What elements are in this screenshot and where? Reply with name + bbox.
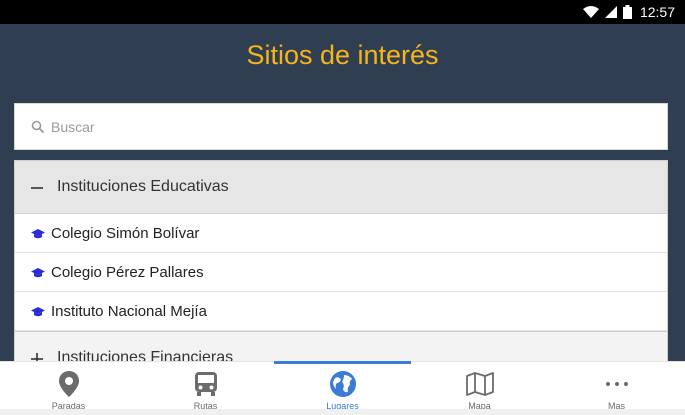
battery-icon xyxy=(622,5,632,19)
places-list: Instituciones Educativas Colegio Simón B… xyxy=(14,160,668,365)
status-bar: 12:57 xyxy=(0,0,685,24)
item-label: Colegio Simón Bolívar xyxy=(51,224,200,242)
status-time: 12:57 xyxy=(639,4,675,20)
graduation-cap-icon xyxy=(31,266,45,278)
search-icon xyxy=(31,120,45,134)
item-label: Colegio Pérez Pallares xyxy=(51,263,204,281)
graduation-cap-icon xyxy=(31,227,45,239)
search-box[interactable] xyxy=(14,103,668,150)
nav-item-mapa[interactable]: Mapa xyxy=(411,362,548,415)
group-header-instituciones-financieras[interactable]: Instituciones Financieras xyxy=(15,331,667,364)
nav-item-lugares[interactable]: Lugares xyxy=(274,361,411,415)
bottom-nav: Paradas Rutas Lugares Mapa Mas xyxy=(0,361,685,415)
group-header-instituciones-educativas[interactable]: Instituciones Educativas xyxy=(15,161,667,214)
nav-item-rutas[interactable]: Rutas xyxy=(137,362,274,415)
more-icon xyxy=(603,370,631,398)
graduation-cap-icon xyxy=(31,305,45,317)
bus-icon xyxy=(192,370,220,398)
list-item[interactable]: Instituto Nacional Mejía xyxy=(15,292,667,331)
list-item[interactable]: Colegio Simón Bolívar xyxy=(15,214,667,253)
nav-item-mas[interactable]: Mas xyxy=(548,362,685,415)
page-title: Sitios de interés xyxy=(246,39,439,70)
search-input[interactable] xyxy=(51,118,651,135)
nav-item-paradas[interactable]: Paradas xyxy=(0,362,137,415)
globe-icon xyxy=(329,370,357,398)
map-icon xyxy=(465,370,494,398)
list-item[interactable]: Colegio Pérez Pallares xyxy=(15,253,667,292)
signal-icon xyxy=(604,6,617,18)
group-label: Instituciones Educativas xyxy=(57,178,229,195)
app-header: Sitios de interés xyxy=(0,24,685,86)
wifi-icon xyxy=(582,6,599,18)
bottom-edge xyxy=(0,409,685,415)
item-label: Instituto Nacional Mejía xyxy=(51,302,207,320)
map-pin-icon xyxy=(55,370,83,398)
collapse-icon xyxy=(31,181,43,193)
